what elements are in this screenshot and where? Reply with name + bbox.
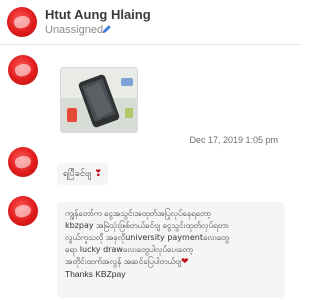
message-line: kbzpay အမြဲသုံးဖြစ်တယ်ခင်ဗျ ငွေသွင်းထုတ်…	[65, 221, 229, 230]
attachment-image[interactable]	[60, 67, 138, 133]
heart-exclamation-icon: ❣	[94, 169, 102, 179]
message-bubble: ကျွန်တော်က ငွေအသွင်းအထုတ်အပြုလုပ်နေရတော့…	[57, 202, 285, 298]
conversation-header: Htut Aung Hlaing Unassigned	[0, 0, 300, 45]
message-line: လွယ်ကူသလို အခုလိုuniversity paymentလေးတွ…	[65, 233, 229, 242]
message-line: ကျွန်တော်က ငွေအသွင်းအထုတ်အပြုလုပ်နေရတော့	[65, 209, 212, 218]
sender-avatar[interactable]	[8, 196, 38, 226]
message-bubble: ရပြီခင်ဗျ ❣	[57, 163, 108, 185]
assignee-status[interactable]: Unassigned	[45, 24, 103, 36]
message-text: ရပြီခင်ဗျ	[63, 168, 92, 179]
message-timestamp: Dec 17, 2019 1:05 pm	[189, 135, 278, 145]
message-line: ရော lucky drawလေးတွေပါလုပ်ပေးတော့	[65, 245, 194, 254]
pencil-icon[interactable]	[102, 24, 112, 34]
message-line: အတိုင်းထက်အလွန် အဆင်ပြေပါတယ်ဗျ	[65, 257, 181, 266]
sender-avatar[interactable]	[8, 147, 38, 177]
photo-thumbnail	[61, 68, 137, 132]
sender-avatar[interactable]	[8, 55, 38, 85]
message-line-with-emoji: အတိုင်းထက်အလွန် အဆင်ပြေပါတယ်ဗျ❤	[65, 256, 277, 268]
message-signature: Thanks KBZpay	[65, 269, 126, 279]
contact-name[interactable]: Htut Aung Hlaing	[45, 7, 151, 22]
heart-icon: ❤	[180, 257, 189, 267]
contact-avatar[interactable]	[7, 7, 37, 37]
